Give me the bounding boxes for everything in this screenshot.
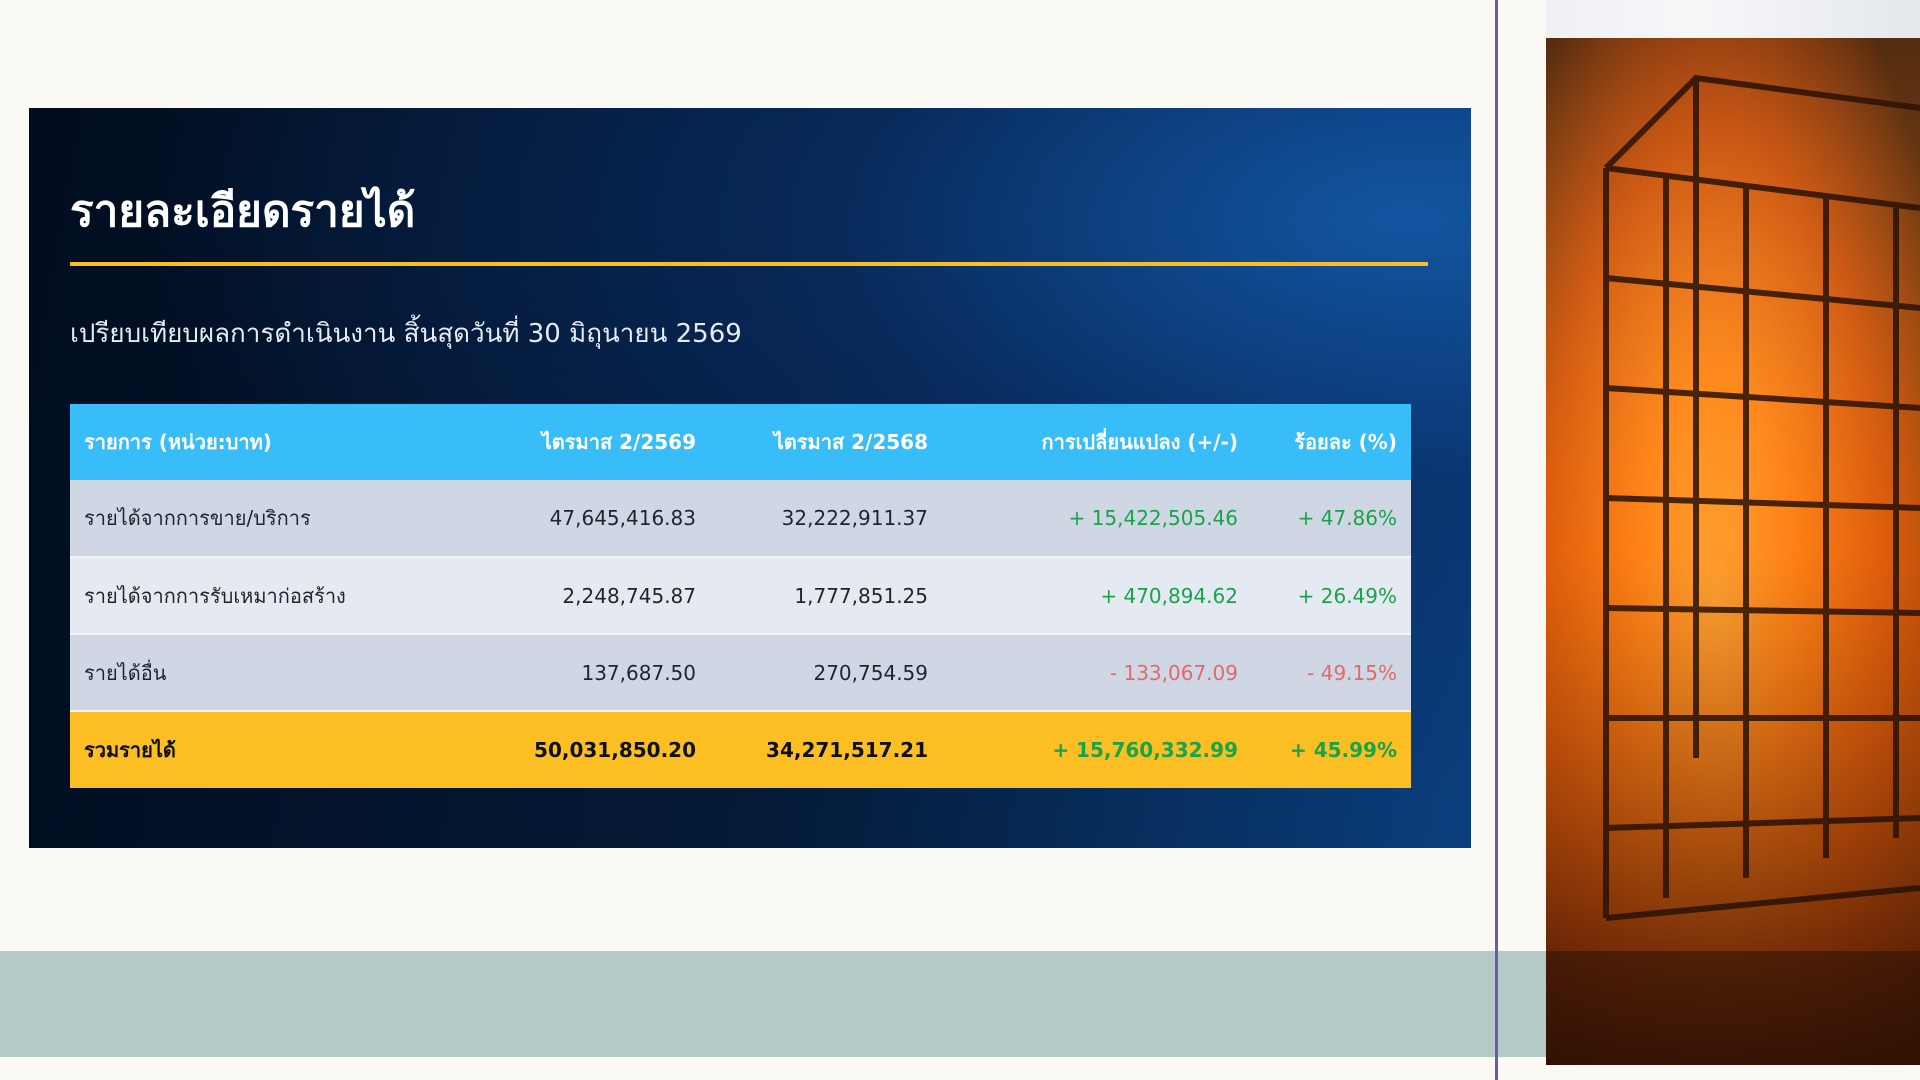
header-percent: ร้อยละ (%) bbox=[1294, 430, 1397, 454]
table-row: รายได้จากการขาย/บริการ 47,645,416.83 32,… bbox=[70, 480, 1411, 558]
row-q2-2569: 47,645,416.83 bbox=[480, 480, 710, 558]
vertical-divider bbox=[1495, 0, 1498, 1080]
table-header-row: รายการ (หน่วย:บาท) ไตรมาส 2/2569 ไตรมาส … bbox=[70, 404, 1411, 480]
row-percent: + 47.86% bbox=[1252, 480, 1411, 558]
row-q2-2568: 1,777,851.25 bbox=[710, 557, 942, 635]
total-change: + 15,760,332.99 bbox=[1052, 738, 1238, 762]
total-row: รวมรายได้ 50,031,850.20 34,271,517.21 + … bbox=[70, 711, 1411, 788]
row-q2-2568: 32,222,911.37 bbox=[710, 480, 942, 558]
footer-band bbox=[0, 951, 1546, 1057]
row-q2-2569: 137,687.50 bbox=[480, 634, 710, 712]
table-row: รายได้อื่น 137,687.50 270,754.59 - 133,0… bbox=[70, 634, 1411, 712]
row-change: - 133,067.09 bbox=[942, 634, 1252, 712]
table-row: รายได้จากการรับเหมาก่อสร้าง 2,248,745.87… bbox=[70, 557, 1411, 635]
photo-top-strip bbox=[1546, 0, 1920, 38]
row-percent: + 26.49% bbox=[1252, 557, 1411, 635]
row-change: + 470,894.62 bbox=[942, 557, 1252, 635]
revenue-table: รายการ (หน่วย:บาท) ไตรมาส 2/2569 ไตรมาส … bbox=[70, 404, 1411, 788]
revenue-panel: รายละเอียดรายได้ เปรียบเทียบผลการดำเนินง… bbox=[29, 108, 1471, 848]
total-label: รวมรายได้ bbox=[84, 738, 176, 762]
total-q2-2569: 50,031,850.20 bbox=[534, 738, 696, 762]
row-percent: - 49.15% bbox=[1252, 634, 1411, 712]
row-label: รายได้จากการขาย/บริการ bbox=[70, 480, 480, 558]
header-q2-2568: ไตรมาส 2/2568 bbox=[773, 430, 928, 454]
burning-building-photo-icon bbox=[1546, 38, 1920, 1065]
header-item: รายการ (หน่วย:บาท) bbox=[84, 430, 272, 454]
page-title: รายละเอียดรายได้ bbox=[70, 186, 416, 237]
title-underline bbox=[70, 262, 1428, 266]
row-change: + 15,422,505.46 bbox=[942, 480, 1252, 558]
burning-building-photo bbox=[1546, 38, 1920, 1065]
row-q2-2569: 2,248,745.87 bbox=[480, 557, 710, 635]
total-percent: + 45.99% bbox=[1289, 738, 1397, 762]
row-label: รายได้อื่น bbox=[70, 634, 480, 712]
row-q2-2568: 270,754.59 bbox=[710, 634, 942, 712]
header-q2-2569: ไตรมาส 2/2569 bbox=[541, 430, 696, 454]
page-subtitle: เปรียบเทียบผลการดำเนินงาน สิ้นสุดวันที่ … bbox=[70, 319, 742, 349]
row-label: รายได้จากการรับเหมาก่อสร้าง bbox=[70, 557, 480, 635]
header-change: การเปลี่ยนแปลง (+/-) bbox=[1041, 430, 1238, 454]
total-q2-2568: 34,271,517.21 bbox=[766, 738, 928, 762]
